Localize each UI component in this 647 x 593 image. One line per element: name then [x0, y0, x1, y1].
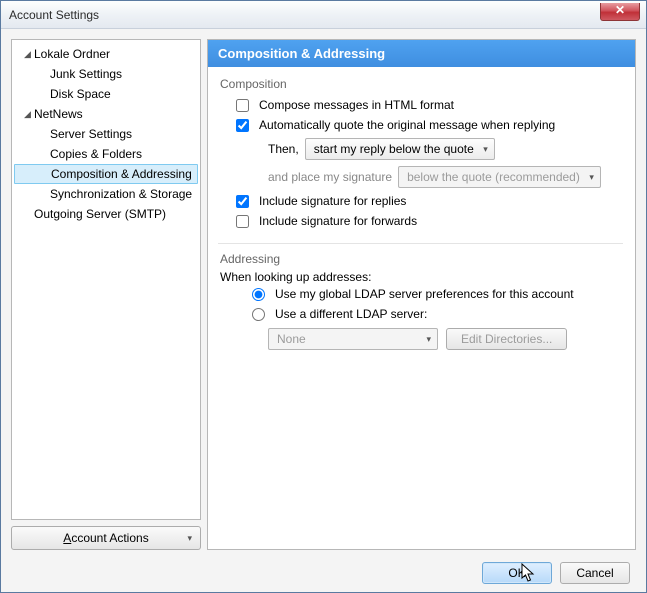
account-tree[interactable]: ◢Lokale Ordner Junk Settings Disk Space … [11, 39, 201, 520]
ldap-server-select: None ▾ [268, 328, 438, 350]
tree-label: Junk Settings [50, 67, 122, 81]
html-format-checkbox[interactable] [236, 99, 249, 112]
footer: OK Cancel [11, 558, 636, 584]
account-actions-button[interactable]: Account Actions ▾ [11, 526, 201, 550]
lookup-label: When looking up addresses: [220, 270, 623, 284]
account-actions-label: Account Actions [63, 531, 148, 545]
tree-item-netnews[interactable]: ◢NetNews [12, 104, 200, 124]
sig-replies-checkbox[interactable] [236, 195, 249, 208]
ldap-server-value: None [277, 332, 306, 346]
dropdown-icon: ▾ [483, 144, 488, 155]
cancel-button[interactable]: Cancel [560, 562, 630, 584]
window-title: Account Settings [9, 8, 99, 22]
dropdown-icon: ▾ [589, 172, 594, 183]
then-label: Then, [268, 142, 299, 156]
use-global-label: Use my global LDAP server preferences fo… [275, 287, 574, 301]
use-different-label: Use a different LDAP server: [275, 307, 427, 321]
tree-label: NetNews [34, 107, 83, 121]
edit-directories-button: Edit Directories... [446, 328, 567, 350]
tree-label: Disk Space [50, 87, 111, 101]
tree-label: Synchronization & Storage [50, 187, 192, 201]
signature-place-value: below the quote (recommended) [407, 170, 580, 184]
auto-quote-label: Automatically quote the original message… [259, 118, 555, 132]
tree-item-composition-addressing[interactable]: Composition & Addressing [14, 164, 198, 184]
close-button[interactable]: ✕ [600, 3, 640, 21]
reply-position-value: start my reply below the quote [314, 142, 474, 156]
addressing-section-label: Addressing [220, 252, 623, 266]
ldap-controls-row: None ▾ Edit Directories... [220, 328, 623, 350]
tree-label: Copies & Folders [50, 147, 142, 161]
composition-section-label: Composition [220, 77, 623, 91]
use-different-radio[interactable] [252, 308, 265, 321]
tree-label: Lokale Ordner [34, 47, 110, 61]
use-global-radio[interactable] [252, 288, 265, 301]
signature-place-label: and place my signature [268, 170, 392, 184]
main-panel: Composition & Addressing Composition Com… [207, 39, 636, 550]
use-global-row: Use my global LDAP server preferences fo… [220, 284, 623, 304]
tree-item-junk-settings[interactable]: Junk Settings [12, 64, 200, 84]
ok-button[interactable]: OK [482, 562, 552, 584]
dropdown-icon: ▾ [187, 533, 192, 544]
collapse-icon: ◢ [24, 109, 32, 120]
tree-label: Server Settings [50, 127, 132, 141]
use-different-row: Use a different LDAP server: [220, 304, 623, 324]
collapse-icon: ◢ [24, 49, 32, 60]
divider [218, 243, 623, 244]
dialog-body: ◢Lokale Ordner Junk Settings Disk Space … [1, 29, 646, 592]
columns: ◢Lokale Ordner Junk Settings Disk Space … [11, 39, 636, 550]
panel-header: Composition & Addressing [208, 40, 635, 67]
html-format-row: Compose messages in HTML format [220, 95, 623, 115]
html-format-label: Compose messages in HTML format [259, 98, 454, 112]
tree-label: Outgoing Server (SMTP) [34, 207, 166, 221]
auto-quote-row: Automatically quote the original message… [220, 115, 623, 135]
then-row: Then, start my reply below the quote ▾ [220, 135, 623, 163]
tree-item-server-settings[interactable]: Server Settings [12, 124, 200, 144]
reply-position-select[interactable]: start my reply below the quote ▾ [305, 138, 495, 160]
tree-label: Composition & Addressing [51, 167, 192, 181]
sig-replies-row: Include signature for replies [220, 191, 623, 211]
sig-replies-label: Include signature for replies [259, 194, 406, 208]
signature-place-select: below the quote (recommended) ▾ [398, 166, 601, 188]
dropdown-icon: ▾ [426, 334, 431, 345]
tree-item-outgoing-server[interactable]: Outgoing Server (SMTP) [12, 204, 200, 224]
tree-item-lokale-ordner[interactable]: ◢Lokale Ordner [12, 44, 200, 64]
auto-quote-checkbox[interactable] [236, 119, 249, 132]
signature-place-row: and place my signature below the quote (… [220, 163, 623, 191]
tree-item-copies-folders[interactable]: Copies & Folders [12, 144, 200, 164]
tree-item-disk-space[interactable]: Disk Space [12, 84, 200, 104]
sidebar: ◢Lokale Ordner Junk Settings Disk Space … [11, 39, 201, 550]
tree-item-sync-storage[interactable]: Synchronization & Storage [12, 184, 200, 204]
sig-forwards-checkbox[interactable] [236, 215, 249, 228]
sig-forwards-label: Include signature for forwards [259, 214, 417, 228]
titlebar: Account Settings ✕ [1, 1, 646, 29]
sig-forwards-row: Include signature for forwards [220, 211, 623, 231]
account-settings-window: Account Settings ✕ ◢Lokale Ordner Junk S… [0, 0, 647, 593]
